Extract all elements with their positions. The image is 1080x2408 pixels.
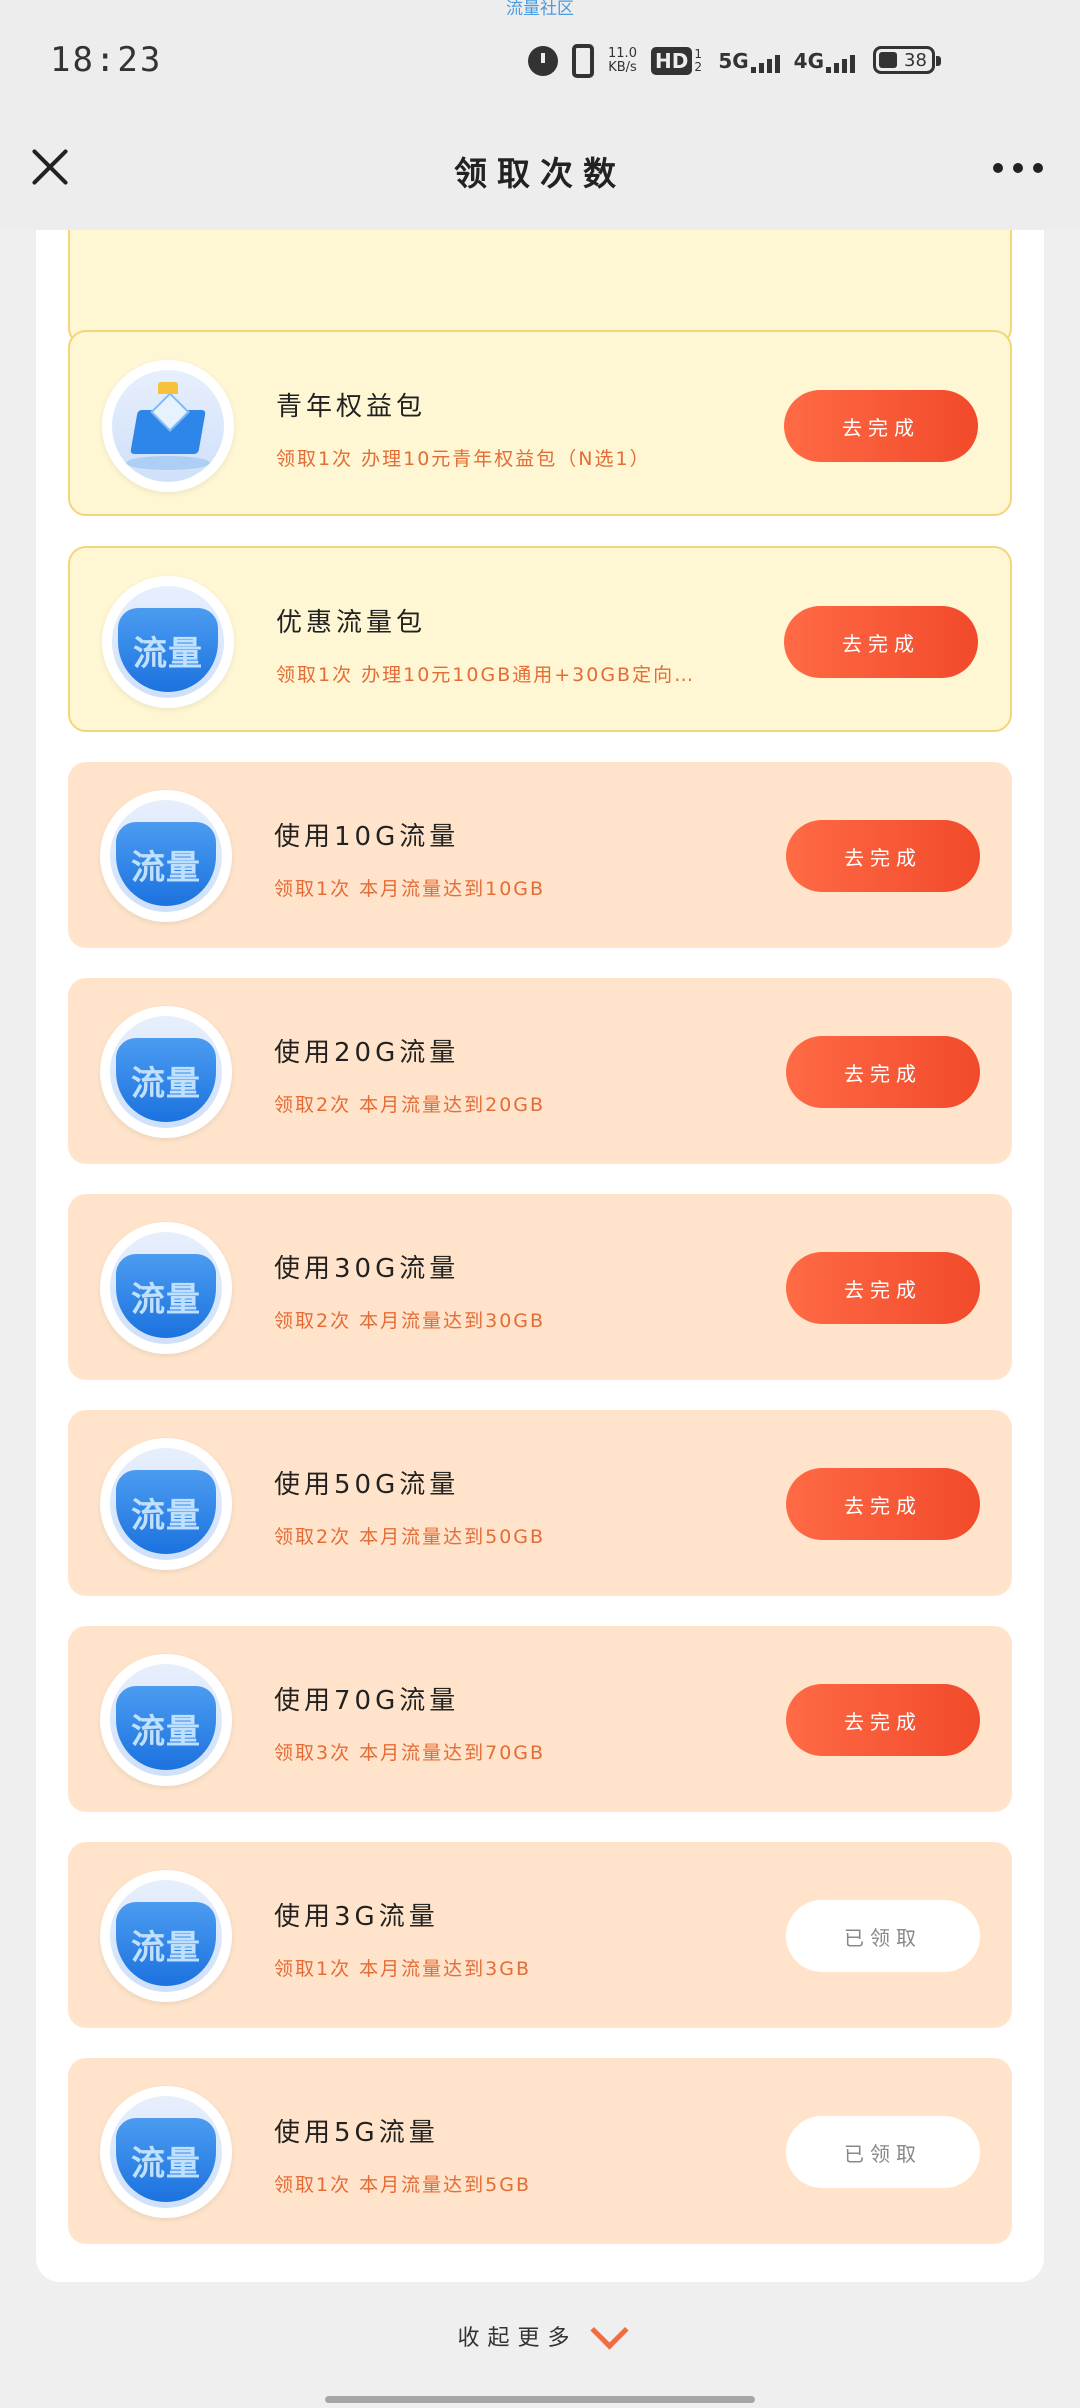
flow-icon: 流量 (100, 1654, 232, 1786)
hd-icon: HD (650, 47, 693, 75)
signal-bars-icon (750, 51, 780, 73)
flow-icon: 流量 (102, 576, 234, 708)
claimed-button[interactable]: 已领取 (786, 2116, 980, 2188)
flow-icon: 流量 (100, 1438, 232, 1570)
nav-bar: 领取次数 (0, 125, 1080, 230)
hd-badge: HD 1 2 (650, 47, 704, 75)
signal-5g-label: 5G (718, 49, 749, 73)
go-complete-button[interactable]: 去完成 (786, 1252, 980, 1324)
task-card: 流量 使用20G流量领取2次 本月流量达到20GB 去完成 (68, 978, 1012, 1164)
gift-icon (102, 360, 234, 492)
signal-4g: 4G (794, 49, 855, 73)
task-title: 使用50G流量 (274, 1470, 460, 1500)
flow-icon-text: 流量 (131, 1064, 201, 1104)
flow-icon: 流量 (100, 2086, 232, 2218)
flow-icon-text: 流量 (133, 634, 203, 674)
task-title: 使用30G流量 (274, 1254, 460, 1284)
flow-icon-text: 流量 (131, 1496, 201, 1536)
task-card: 流量 使用50G流量领取2次 本月流量达到50GB 去完成 (68, 1410, 1012, 1596)
task-panel: 领取1次 办理19.9元B站大会员流量包青年权益包领取1次 办理10元青年权益包… (36, 230, 1044, 2282)
flow-icon: 流量 (100, 1006, 232, 1138)
task-description: 领取3次 本月流量达到70GB (274, 1742, 546, 1764)
task-title: 青年权益包 (276, 392, 427, 422)
status-icons: 11.0 KB/s HD 1 2 5G 4G (528, 44, 855, 78)
task-card: 流量 使用5G流量领取1次 本月流量达到5GB 已领取 (68, 2058, 1012, 2244)
task-title: 优惠流量包 (276, 608, 427, 638)
flow-icon-text: 流量 (131, 1280, 201, 1320)
task-title: 使用70G流量 (274, 1686, 460, 1716)
battery-icon: 38 (873, 46, 941, 74)
task-description: 领取1次 本月流量达到3GB (274, 1958, 531, 1980)
home-indicator (325, 2396, 755, 2403)
task-card: 领取1次 办理19.9元B站大会员流量包 (68, 230, 1012, 346)
go-complete-button[interactable]: 去完成 (784, 606, 978, 678)
task-card: 流量 使用70G流量领取3次 本月流量达到70GB 去完成 (68, 1626, 1012, 1812)
go-complete-button[interactable]: 去完成 (784, 390, 978, 462)
collapse-more-label: 收起更多 (457, 2326, 578, 2351)
alarm-icon (528, 46, 559, 76)
go-complete-button[interactable]: 去完成 (786, 1684, 980, 1756)
task-title: 使用3G流量 (274, 1902, 439, 1932)
flow-icon-text: 流量 (131, 1928, 201, 1968)
collapse-more-button[interactable]: 收起更多 (0, 2310, 1080, 2352)
task-title: 使用10G流量 (274, 822, 460, 852)
task-card: 流量 使用10G流量领取1次 本月流量达到10GB 去完成 (68, 762, 1012, 948)
task-card: 流量 优惠流量包领取1次 办理10元10GB通用+30GB定向… 去完成 (68, 546, 1012, 732)
task-description: 领取2次 本月流量达到20GB (274, 1094, 546, 1116)
speed-unit: KB/s (608, 60, 637, 75)
status-time: 18:23 (50, 40, 163, 80)
task-card: 流量 使用30G流量领取2次 本月流量达到30GB 去完成 (68, 1194, 1012, 1380)
page-title: 领取次数 (454, 154, 626, 193)
task-description: 领取2次 本月流量达到50GB (274, 1526, 546, 1548)
flow-icon: 流量 (100, 1870, 232, 2002)
speed-value: 11.0 (608, 46, 637, 61)
flow-icon: 流量 (100, 790, 232, 922)
flow-icon-text: 流量 (131, 1712, 201, 1752)
task-description: 领取1次 办理10元青年权益包（N选1） (276, 448, 651, 470)
task-description: 领取1次 本月流量达到10GB (274, 878, 546, 900)
notification-text: 流量社区 (506, 0, 574, 19)
status-bar: 流量社区 18:23 11.0 KB/s HD 1 2 5G 4G 38 (0, 0, 1080, 125)
signal-4g-label: 4G (793, 49, 824, 73)
claimed-button[interactable]: 已领取 (786, 1900, 980, 1972)
flow-icon-text: 流量 (131, 848, 201, 888)
flow-icon: 流量 (100, 1222, 232, 1354)
signal-5g: 5G (718, 49, 780, 73)
task-card: 流量 使用3G流量领取1次 本月流量达到3GB 已领取 (68, 1842, 1012, 2028)
task-title: 使用5G流量 (274, 2118, 439, 2148)
task-card: 青年权益包领取1次 办理10元青年权益包（N选1） 去完成 (68, 330, 1012, 516)
hd-sub: 1 2 (694, 47, 702, 74)
more-options-icon[interactable] (993, 163, 1043, 173)
go-complete-button[interactable]: 去完成 (786, 1036, 980, 1108)
vibrate-icon (572, 44, 595, 78)
battery-level: 38 (904, 50, 927, 71)
task-description: 领取2次 本月流量达到30GB (274, 1310, 546, 1332)
task-description: 领取1次 办理10元10GB通用+30GB定向… (276, 664, 696, 686)
network-speed: 11.0 KB/s (608, 47, 637, 75)
go-complete-button[interactable]: 去完成 (786, 1468, 980, 1540)
flow-icon-text: 流量 (131, 2144, 201, 2184)
task-description: 领取1次 本月流量达到5GB (274, 2174, 531, 2196)
go-complete-button[interactable]: 去完成 (786, 820, 980, 892)
signal-bars-icon (826, 51, 855, 73)
task-title: 使用20G流量 (274, 1038, 460, 1068)
chevron-down-icon (589, 2310, 629, 2350)
